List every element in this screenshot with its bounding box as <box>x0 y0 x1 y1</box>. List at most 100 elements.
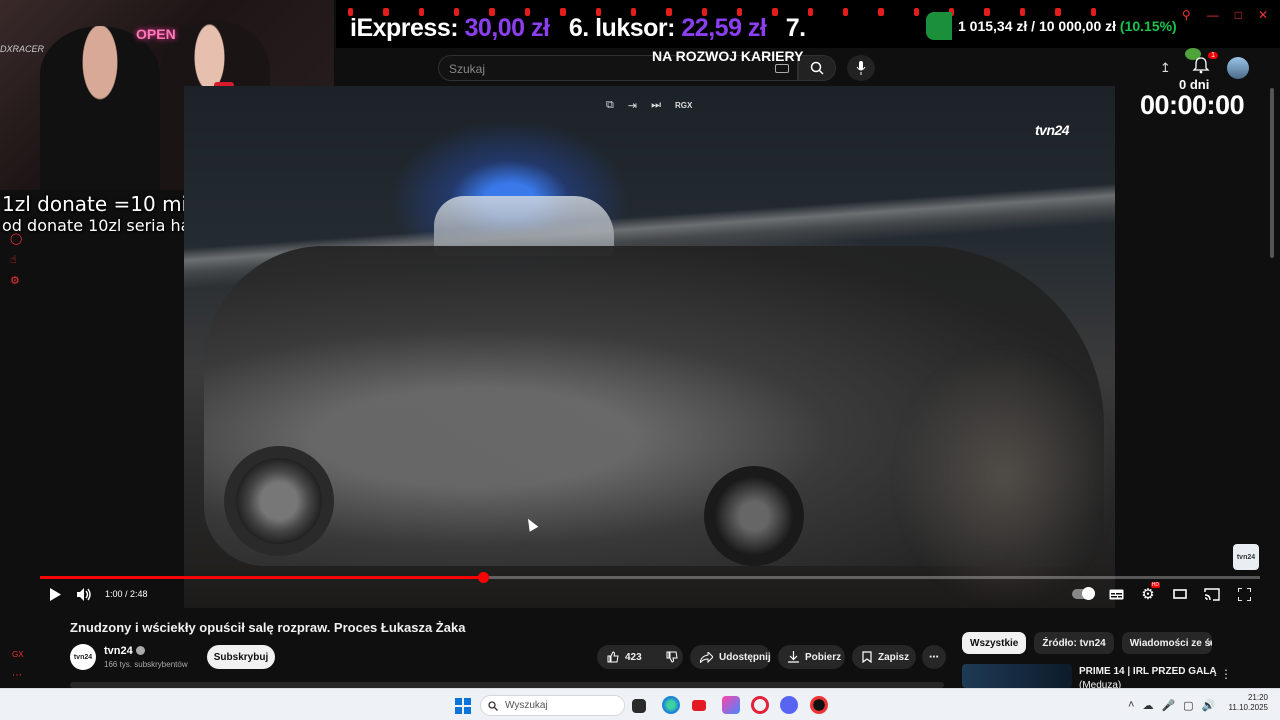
mic-icon[interactable]: 🎤 <box>1161 699 1175 712</box>
recommendation-title[interactable]: PRIME 14 | IRL PRZED GALĄ <box>1079 666 1217 677</box>
share-button[interactable]: Udostępnij <box>690 645 771 669</box>
ticker-part3: 7. <box>779 14 806 42</box>
theater-icon <box>1173 589 1187 599</box>
youtube-icon[interactable] <box>692 700 706 711</box>
autoplay-toggle[interactable] <box>1070 584 1096 604</box>
subtitles-button[interactable] <box>1108 584 1124 604</box>
edge-icon[interactable] <box>662 696 680 714</box>
autoplay-switch <box>1072 587 1095 600</box>
download-label: Pobierz <box>805 651 842 663</box>
car-wheel <box>224 446 334 556</box>
neon-sign: OPEN <box>136 26 176 42</box>
scrollbar[interactable] <box>1270 88 1274 258</box>
speaker-icon[interactable]: 🔊 <box>1202 699 1216 712</box>
more-actions-button[interactable]: ⋯ <box>922 645 946 669</box>
channel-name-row[interactable]: tvn24 <box>104 645 145 657</box>
chip-source[interactable]: Źródło: tvn24 <box>1034 632 1114 654</box>
search-icon[interactable]: ⚲ <box>1182 8 1191 22</box>
task-view-icon[interactable] <box>632 699 646 713</box>
notifications-button[interactable]: 1 <box>1192 52 1218 78</box>
ticker-part1: iExpress: <box>350 14 465 42</box>
volume-icon <box>76 587 91 601</box>
account-avatar[interactable] <box>1227 57 1249 79</box>
taskbar-search[interactable]: Wyszukaj <box>480 695 625 716</box>
channel-name[interactable]: tvn24 <box>104 645 133 657</box>
verified-icon <box>135 646 145 655</box>
windows-start-icon[interactable] <box>455 698 471 714</box>
screen: iExpress: 30,00 zł 6. luksor: 22,59 zł 7… <box>0 0 1280 720</box>
system-tray: ˄ ☁ 🎤 ▢ 🔊 <box>1128 699 1215 712</box>
thumb-down-icon[interactable] <box>666 651 678 663</box>
subscribe-button[interactable]: Subskrybuj <box>207 645 275 669</box>
clock-time: 21:20 <box>1247 693 1268 702</box>
snipping-icon[interactable] <box>722 696 740 714</box>
channel-branding-badge[interactable]: tvn24 <box>1233 544 1259 570</box>
taskbar-search-input[interactable]: Wyszukaj <box>505 700 548 711</box>
theater-mode-button[interactable] <box>1172 584 1188 604</box>
skip-icon[interactable]: ⏭ <box>651 99 661 112</box>
upload-icon[interactable]: ↥ <box>1160 60 1171 76</box>
chevron-up-icon[interactable]: ˄ <box>1128 699 1134 712</box>
save-label: Zapisz <box>878 651 910 663</box>
thumb-up-icon[interactable] <box>607 651 619 663</box>
download-button[interactable]: Pobierz <box>778 645 845 669</box>
display-icon[interactable]: ▢ <box>1183 699 1193 712</box>
ticker-price2: 22,59 zł <box>681 14 767 42</box>
rgx-label[interactable]: RGX <box>675 101 692 110</box>
obs-icon[interactable] <box>810 696 828 714</box>
car-wheel <box>704 466 804 566</box>
minimize-icon[interactable]: — <box>1207 8 1219 22</box>
play-icon <box>50 587 61 601</box>
clock[interactable]: 21:20 11.10.2025 <box>1228 693 1268 714</box>
filter-chips: Wszystkie Źródło: tvn24 Wiadomości ze św… <box>962 632 1212 654</box>
settings-button[interactable]: ⚙ HD <box>1140 582 1160 604</box>
more-vertical-icon[interactable]: ⋮ <box>1220 667 1232 681</box>
voice-search-button[interactable] <box>847 55 875 81</box>
chip-all[interactable]: Wszystkie <box>962 632 1027 654</box>
play-button[interactable] <box>48 584 62 604</box>
search-button[interactable] <box>798 55 836 81</box>
cast-icon <box>1204 587 1220 601</box>
save-button[interactable]: Zapisz <box>852 645 916 669</box>
video-player[interactable]: tvn24 <box>184 86 1115 608</box>
like-dislike-group: 423 <box>597 645 683 669</box>
enter-icon[interactable]: ⇥ <box>628 99 637 112</box>
shield-icon[interactable]: ◯ <box>10 232 22 245</box>
clock-date: 11.10.2025 <box>1228 703 1268 713</box>
window-controls: ⚲ — □ ✕ <box>1182 8 1268 22</box>
time-display: 1:00 / 2:48 <box>105 589 148 599</box>
search-input[interactable]: Szukaj <box>449 62 485 76</box>
like-count[interactable]: 423 <box>625 652 642 663</box>
video-title: Znudzony i wściekły opuścił salę rozpraw… <box>70 620 466 635</box>
chevron-right-icon[interactable]: › <box>1208 636 1212 650</box>
chip-world-news[interactable]: Wiadomości ze świ <box>1121 632 1212 654</box>
discord-icon[interactable] <box>780 696 798 714</box>
close-icon[interactable]: ✕ <box>1258 8 1268 22</box>
streamer-figure <box>40 26 160 190</box>
maximize-icon[interactable]: □ <box>1235 8 1242 22</box>
keyboard-icon[interactable] <box>775 64 789 73</box>
fullscreen-button[interactable] <box>1236 584 1252 604</box>
goal-amount: 1 015,34 zł / 10 000,00 zł <box>958 18 1117 34</box>
stream-timer: 00:00:00 <box>1140 90 1245 120</box>
progress-bar[interactable] <box>40 572 1260 583</box>
sidebar-gx-label: GX <box>12 650 24 659</box>
chair-brand: DXRACER <box>0 44 45 54</box>
bookmark-icon <box>862 651 872 663</box>
blurred-area <box>895 346 1115 608</box>
sidebar-more-icon[interactable]: ⋯ <box>12 670 22 681</box>
cloud-icon[interactable]: ☁ <box>1142 699 1153 712</box>
gear-icon[interactable]: ⚙ <box>10 274 22 287</box>
progress-scrubber[interactable] <box>477 572 489 583</box>
bell-icon <box>1192 57 1210 74</box>
thumb-icon[interactable]: ☝ <box>10 253 22 266</box>
popout-icon[interactable]: ⧉ <box>606 99 614 112</box>
search-icon <box>488 701 498 711</box>
share-label: Udostępnij <box>719 651 771 663</box>
more-icon: ⋯ <box>929 651 939 663</box>
channel-avatar[interactable]: tvn24 <box>70 644 96 670</box>
volume-button[interactable] <box>76 584 92 604</box>
opera-icon[interactable] <box>751 696 769 714</box>
recommendation-thumbnail[interactable] <box>962 664 1072 688</box>
cast-button[interactable] <box>1204 584 1220 604</box>
